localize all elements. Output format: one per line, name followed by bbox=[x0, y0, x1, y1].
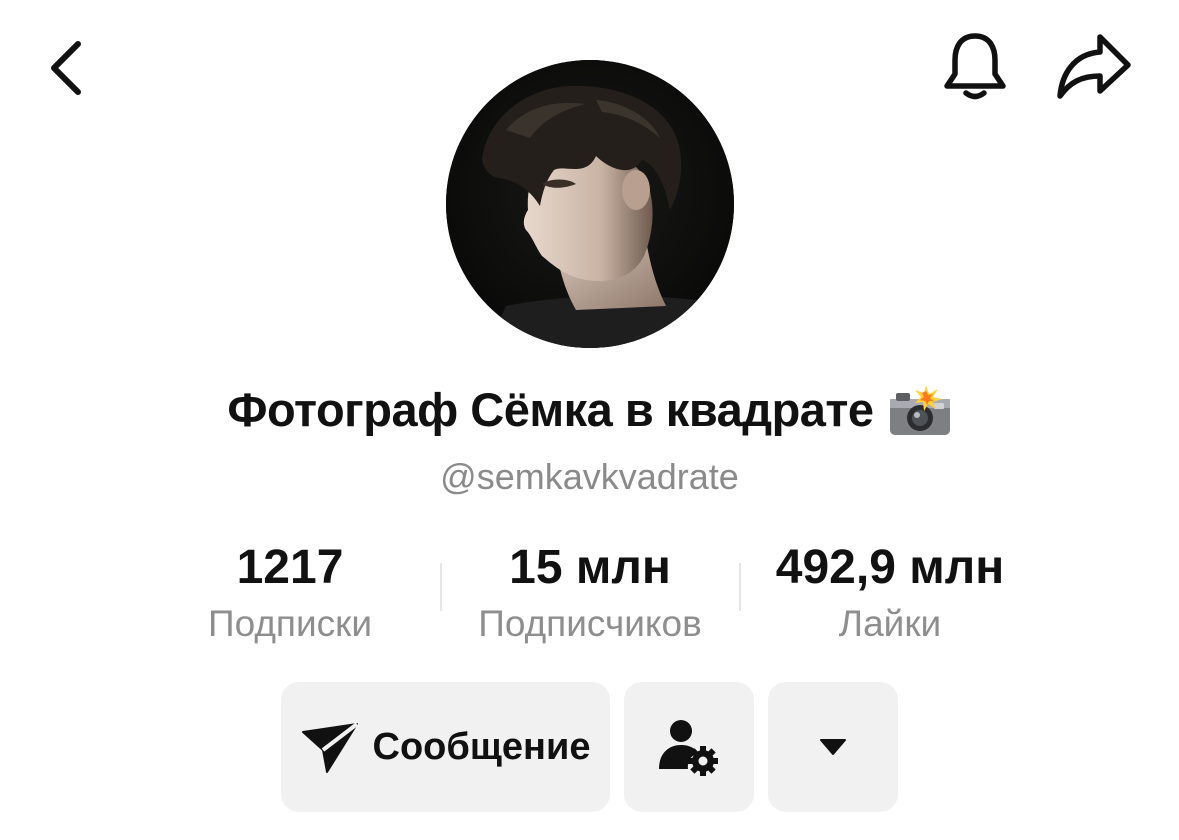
caret-down-icon bbox=[820, 739, 846, 755]
notifications-button[interactable] bbox=[938, 30, 1012, 104]
avatar[interactable] bbox=[446, 60, 734, 348]
profile-name: Фотограф Сёмка в квадрате bbox=[227, 383, 874, 436]
send-icon bbox=[301, 722, 358, 773]
message-button[interactable]: Сообщение bbox=[281, 682, 610, 812]
stat-value: 1217 bbox=[236, 541, 344, 594]
add-friend-button[interactable] bbox=[624, 682, 754, 812]
more-options-button[interactable] bbox=[768, 682, 898, 812]
user-settings-icon bbox=[659, 720, 718, 776]
stat-label: Подписчиков bbox=[478, 603, 702, 644]
stat-label: Подписки bbox=[207, 603, 372, 644]
stat-label: Лайки bbox=[838, 603, 942, 644]
chevron-left-icon bbox=[51, 41, 81, 95]
username: @semkavkvadrate bbox=[440, 456, 739, 497]
stat-value: 15 млн bbox=[509, 541, 671, 594]
stat-divider bbox=[440, 563, 442, 611]
bell-icon bbox=[944, 33, 1006, 100]
message-button-label: Сообщение bbox=[372, 725, 591, 768]
stat-divider bbox=[739, 563, 741, 611]
stat-value: 492,9 млн bbox=[775, 541, 1005, 594]
profile-name-row: Фотограф Сёмка в квадрате bbox=[0, 382, 1179, 437]
profile-photo bbox=[446, 60, 734, 348]
share-button[interactable] bbox=[1052, 30, 1136, 104]
camera-with-flash-emoji bbox=[888, 383, 952, 437]
share-arrow-icon bbox=[1057, 34, 1131, 99]
stat-followers[interactable]: 15 млн Подписчиков bbox=[455, 540, 725, 648]
stat-following[interactable]: 1217 Подписки bbox=[190, 540, 390, 648]
back-button[interactable] bbox=[40, 36, 96, 100]
stat-likes[interactable]: 492,9 млн Лайки bbox=[745, 540, 1035, 648]
